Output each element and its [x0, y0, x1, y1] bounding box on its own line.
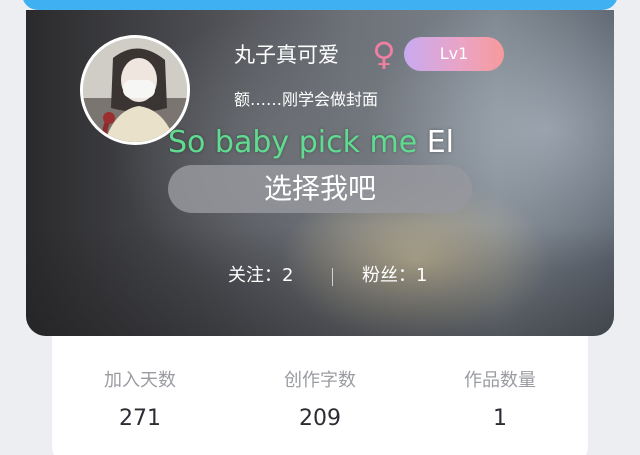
stat-label: 作品数量 [464, 370, 536, 391]
follow-divider [332, 268, 333, 286]
stat-value: 209 [299, 406, 341, 431]
stat-join-days: 加入天数 271 [60, 336, 220, 434]
stat-value: 271 [119, 406, 161, 431]
lyric-highlighted-text: So baby pick me [168, 125, 418, 160]
stats-panel: 加入天数 271 创作字数 209 作品数量 1 [52, 336, 588, 455]
fans-count[interactable]: 粉丝：1 [362, 262, 427, 290]
select-me-button[interactable]: 选择我吧 [168, 165, 472, 213]
female-symbol-icon: ♀ [372, 35, 396, 73]
lyric-subtitle: So baby pick me El [168, 123, 454, 163]
level-badge: Lv1 [404, 37, 504, 71]
top-header-bar [22, 0, 618, 10]
following-count[interactable]: 关注：2 [228, 262, 293, 290]
nickname: 丸子真可爱 [234, 43, 339, 67]
signature-text: 额……刚学会做封面 [234, 90, 379, 109]
stat-value: 1 [493, 406, 507, 431]
stat-label: 创作字数 [284, 370, 356, 391]
stat-word-count: 创作字数 209 [240, 336, 400, 434]
stat-works-count: 作品数量 1 [420, 336, 580, 434]
lyric-rest-text: El [417, 125, 454, 160]
stat-label: 加入天数 [104, 370, 176, 391]
follow-stats: 关注：2 粉丝：1 [26, 262, 614, 290]
profile-card: 丸子真可爱 ♀ Lv1 额……刚学会做封面 So baby pick me El… [26, 10, 614, 336]
